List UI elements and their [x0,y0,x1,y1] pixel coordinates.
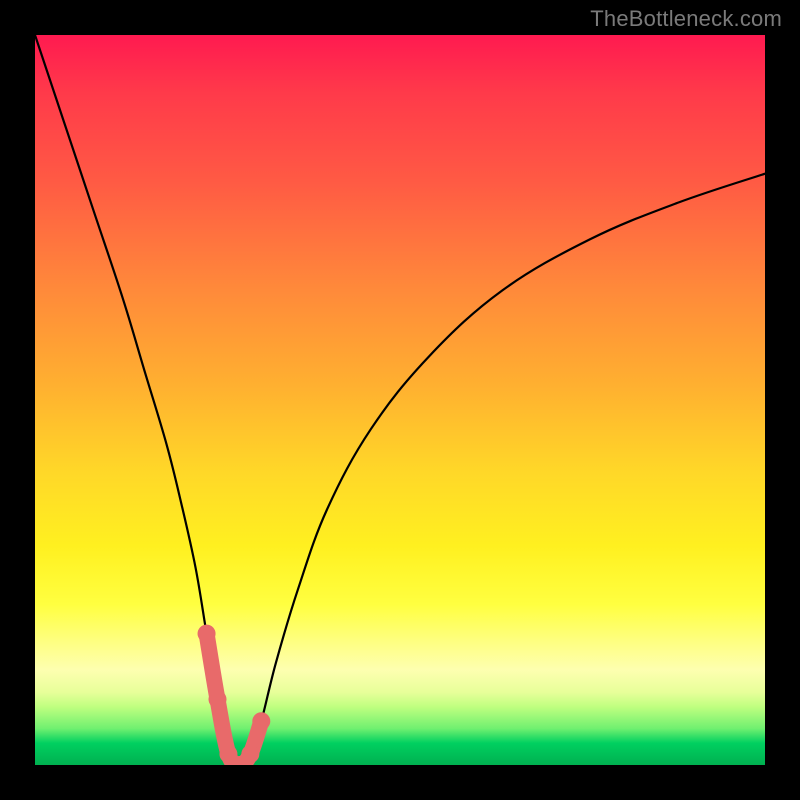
valley-dot [252,712,270,730]
plot-area [35,35,765,765]
bottleneck-curve [35,35,765,765]
curve-layer [35,35,765,765]
watermark-text: TheBottleneck.com [590,6,782,32]
valley-dot [241,745,259,763]
valley-dot [198,625,216,643]
chart-frame: TheBottleneck.com [0,0,800,800]
valley-dot [209,690,227,708]
